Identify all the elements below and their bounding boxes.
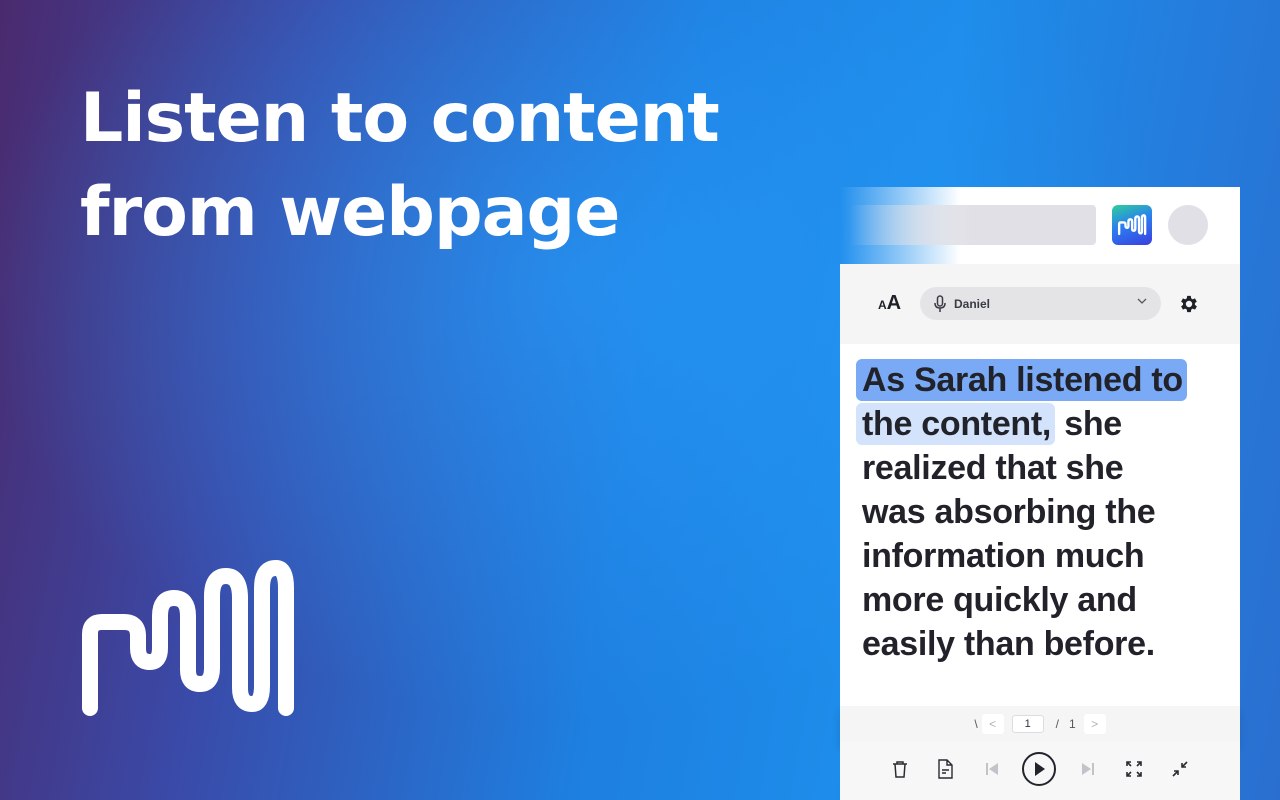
- sound-wave-logo-icon: [1117, 214, 1147, 236]
- play-icon: [1035, 762, 1045, 776]
- reading-line: information much: [862, 537, 1145, 575]
- reading-line: was absorbing the: [862, 493, 1156, 531]
- total-pages: 1: [1069, 717, 1076, 731]
- font-size-small-label: A: [878, 298, 887, 312]
- delete-button[interactable]: [890, 758, 910, 780]
- skip-back-icon: [986, 763, 998, 775]
- page-number-input[interactable]: [1011, 715, 1044, 733]
- headline: Listen to content from webpage: [80, 72, 720, 260]
- headline-line-2: from webpage: [80, 173, 620, 252]
- skip-forward-button[interactable]: [1078, 758, 1098, 780]
- sound-wave-logo-icon: [82, 560, 294, 716]
- reading-line: easily than before.: [862, 625, 1155, 663]
- highlighted-sentence: As Sarah listened to: [856, 359, 1187, 401]
- playback-controls: [840, 742, 1240, 800]
- play-button[interactable]: [1022, 752, 1056, 786]
- chevron-down-icon: [1137, 298, 1147, 304]
- expand-icon: [1126, 761, 1142, 777]
- reader-panel: AA Daniel As Sarah listened to the conte…: [840, 264, 1240, 800]
- skip-back-button[interactable]: [982, 758, 1002, 780]
- font-size-large-label: A: [886, 292, 902, 314]
- reading-line: the content, she: [856, 402, 1226, 446]
- pagination: \ < / 1 >: [840, 706, 1240, 742]
- trash-icon: [893, 761, 907, 778]
- voice-name: Daniel: [954, 296, 991, 311]
- reading-line: realized that she: [862, 449, 1124, 487]
- collapse-icon: [1172, 761, 1188, 777]
- collapse-button[interactable]: [1170, 758, 1190, 780]
- font-size-button[interactable]: AA: [878, 292, 901, 315]
- headline-line-1: Listen to content: [80, 79, 720, 158]
- address-bar[interactable]: [850, 205, 1096, 245]
- page-separator: /: [1055, 717, 1059, 731]
- document-button[interactable]: [935, 758, 955, 780]
- reading-text-segment: she: [1055, 405, 1122, 443]
- next-page-button[interactable]: >: [1083, 714, 1106, 734]
- voice-select[interactable]: Daniel: [920, 287, 1161, 320]
- pager-mark: \: [974, 717, 978, 731]
- expand-button[interactable]: [1124, 758, 1144, 780]
- reader-toolbar: AA Daniel: [840, 264, 1240, 344]
- extension-button[interactable]: [1112, 205, 1152, 245]
- reading-line: more quickly and: [862, 581, 1137, 619]
- reading-line: As Sarah listened to: [856, 358, 1226, 402]
- document-icon: [938, 759, 953, 779]
- skip-forward-icon: [1082, 763, 1094, 775]
- microphone-icon: [934, 294, 946, 312]
- reading-text: As Sarah listened to the content, she re…: [856, 358, 1226, 666]
- avatar[interactable]: [1168, 205, 1208, 245]
- gear-icon[interactable]: [1178, 293, 1200, 315]
- highlighted-word: the content,: [856, 403, 1056, 445]
- prev-page-button[interactable]: <: [981, 714, 1004, 734]
